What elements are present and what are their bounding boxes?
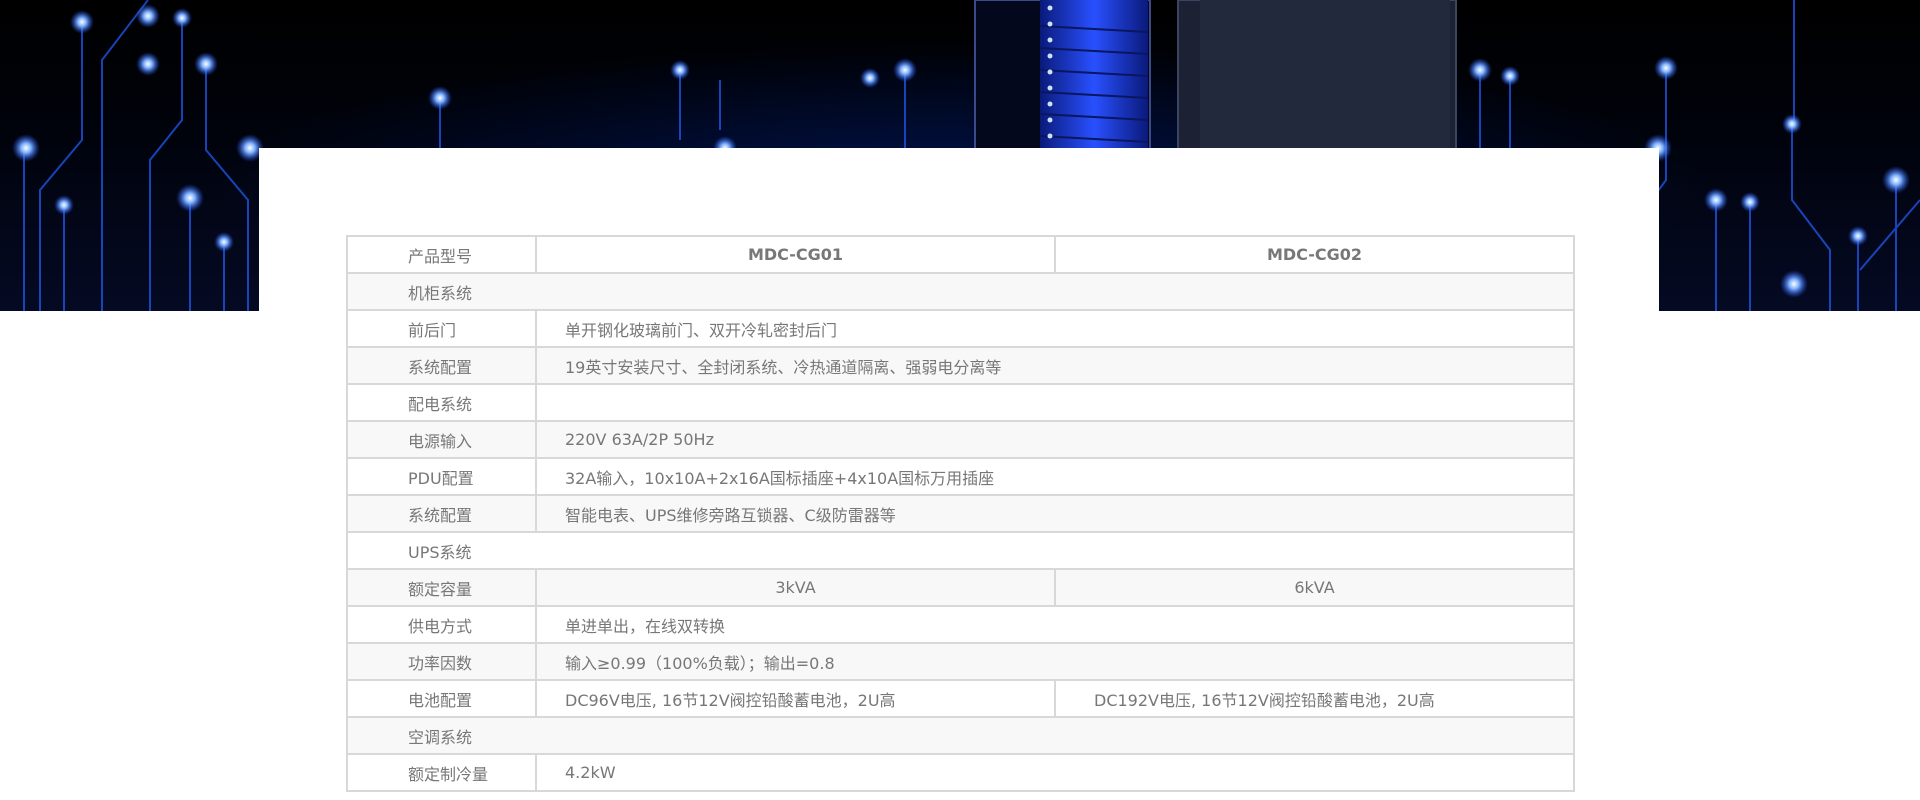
row-value: 4.2kW <box>535 753 1575 792</box>
header-label: 产品型号 <box>346 235 537 274</box>
row-value: 输入≥0.99（100%负载）；输出=0.8 <box>535 642 1575 681</box>
row-label: 供电方式 <box>346 605 537 644</box>
row-label: 系统配置 <box>346 346 537 385</box>
table-row: 空调系统 <box>346 716 1575 755</box>
table-row: 额定容量 3kVA 6kVA <box>346 568 1575 607</box>
table-row: 配电系统 <box>346 383 1575 422</box>
row-label: PDU配置 <box>346 457 537 496</box>
table-row: 系统配置 智能电表、UPS维修旁路互锁器、C级防雷器等 <box>346 494 1575 533</box>
model-2-value: 6kVA <box>1054 568 1575 607</box>
table-row: 供电方式 单进单出，在线双转换 <box>346 605 1575 644</box>
row-label: 电源输入 <box>346 420 537 459</box>
table-header-row: 产品型号 MDC-CG01 MDC-CG02 <box>346 235 1575 274</box>
table-row: UPS系统 <box>346 531 1575 570</box>
row-label: 功率因数 <box>346 642 537 681</box>
table-row: 前后门 单开钢化玻璃前门、双开冷轧密封后门 <box>346 309 1575 348</box>
model-1-header: MDC-CG01 <box>535 235 1056 274</box>
row-value: 单进单出，在线双转换 <box>535 605 1575 644</box>
row-label: 电池配置 <box>346 679 537 718</box>
model-1-value: 3kVA <box>535 568 1056 607</box>
model-1-value: DC96V电压, 16节12V阀控铅酸蓄电池，2U高 <box>535 679 1056 718</box>
server-rack-graphic <box>974 0 1457 151</box>
section-label: UPS系统 <box>346 531 1575 570</box>
row-value: 智能电表、UPS维修旁路互锁器、C级防雷器等 <box>535 494 1575 533</box>
section-label: 机柜系统 <box>346 272 1575 311</box>
row-label: 系统配置 <box>346 494 537 533</box>
table-row: 功率因数 输入≥0.99（100%负载）；输出=0.8 <box>346 642 1575 681</box>
empty-cell <box>535 383 1575 422</box>
section-label: 配电系统 <box>346 383 537 422</box>
row-label: 前后门 <box>346 309 537 348</box>
row-value: 19英寸安装尺寸、全封闭系统、冷热通道隔离、强弱电分离等 <box>535 346 1575 385</box>
table-row: 电池配置 DC96V电压, 16节12V阀控铅酸蓄电池，2U高 DC192V电压… <box>346 679 1575 718</box>
table-row: 机柜系统 <box>346 272 1575 311</box>
table-row: 额定制冷量 4.2kW <box>346 753 1575 792</box>
model-2-value: DC192V电压, 16节12V阀控铅酸蓄电池，2U高 <box>1054 679 1575 718</box>
row-value: 220V 63A/2P 50Hz <box>535 420 1575 459</box>
row-label: 额定容量 <box>346 568 537 607</box>
row-label: 额定制冷量 <box>346 753 537 792</box>
row-value: 32A输入，10x10A+2x16A国标插座+4x10A国标万用插座 <box>535 457 1575 496</box>
table-row: 系统配置 19英寸安装尺寸、全封闭系统、冷热通道隔离、强弱电分离等 <box>346 346 1575 385</box>
section-label: 空调系统 <box>346 716 1575 755</box>
table-row: PDU配置 32A输入，10x10A+2x16A国标插座+4x10A国标万用插座 <box>346 457 1575 496</box>
table-row: 电源输入 220V 63A/2P 50Hz <box>346 420 1575 459</box>
spec-table: 产品型号 MDC-CG01 MDC-CG02 机柜系统 前后门 单开钢化玻璃前门… <box>346 235 1575 792</box>
model-2-header: MDC-CG02 <box>1054 235 1575 274</box>
row-value: 单开钢化玻璃前门、双开冷轧密封后门 <box>535 309 1575 348</box>
